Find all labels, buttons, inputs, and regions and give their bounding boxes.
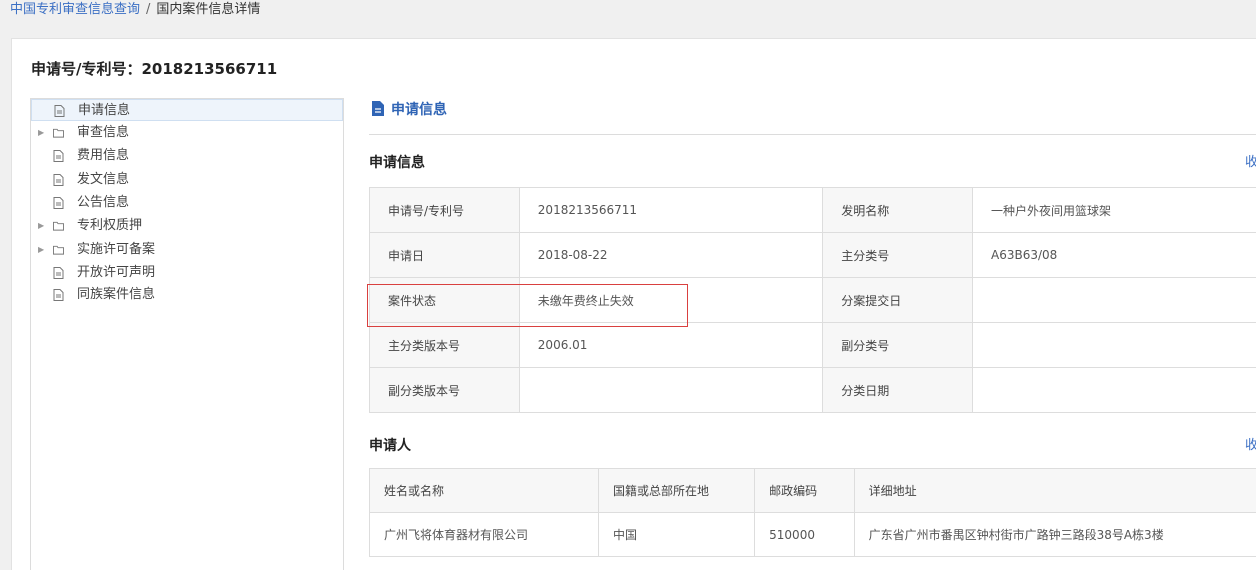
document-icon — [53, 197, 64, 209]
sidebar-item-label: 专利权质押 — [77, 218, 143, 233]
collapse-toggle-application-info[interactable]: 收 — [1245, 151, 1256, 170]
sidebar-item-application-info[interactable]: 申请信息 — [31, 99, 343, 121]
breadcrumb-link-home[interactable]: 中国专利审查信息查询 — [10, 2, 140, 17]
field-label: 副分类号 — [822, 322, 973, 368]
sidebar-item-examination-info[interactable]: ▶ 审查信息 — [31, 122, 343, 144]
applicant-table: 姓名或名称 国籍或总部所在地 邮政编码 详细地址 广州飞将体育器材有限公司 中国… — [369, 468, 1256, 557]
breadcrumb-current: 国内案件信息详情 — [156, 2, 261, 17]
table-cell: 510000 — [754, 512, 855, 557]
document-icon — [53, 289, 64, 301]
sidebar-item-label: 开放许可声明 — [77, 265, 156, 280]
document-filled-icon — [372, 101, 384, 116]
field-label: 副分类版本号 — [369, 367, 520, 413]
table-row: 申请日 2018-08-22 主分类号 A63B63/08 — [369, 232, 1256, 278]
expand-arrow-icon[interactable]: ▶ — [38, 215, 44, 237]
field-value: 2018-08-22 — [518, 232, 824, 278]
sidebar-item-label: 申请信息 — [78, 103, 131, 118]
sidebar-item-open-license[interactable]: 开放许可声明 — [31, 262, 343, 284]
field-value — [972, 322, 1256, 368]
table-row: 案件状态 未缴年费终止失效 分案提交日 — [369, 277, 1256, 323]
field-label: 案件状态 — [369, 277, 520, 323]
document-icon — [53, 267, 64, 279]
sidebar-tree: 申请信息 ▶ 审查信息 费用信息 发文信息 公告信息 ▶ 专利权质押 ▶ 实施许… — [30, 98, 344, 570]
folder-icon — [53, 245, 64, 255]
field-value: 2006.01 — [518, 322, 824, 368]
table-cell: 广州飞将体育器材有限公司 — [369, 512, 600, 557]
field-value: 未缴年费终止失效 — [518, 277, 824, 323]
field-label: 申请号/专利号 — [369, 187, 520, 233]
field-label: 主分类版本号 — [369, 322, 520, 368]
column-header: 邮政编码 — [754, 468, 855, 513]
field-value — [518, 367, 824, 413]
table-cell: 中国 — [598, 512, 756, 557]
field-value — [972, 367, 1256, 413]
folder-icon — [53, 221, 64, 231]
field-label: 申请日 — [369, 232, 520, 278]
field-label: 主分类号 — [822, 232, 973, 278]
table-row: 副分类版本号 分类日期 — [369, 367, 1256, 413]
application-info-title: 申请信息 — [369, 155, 425, 171]
page-title: 申请号/专利号：2018213566711 — [31, 60, 278, 78]
detail-panel: 申请号/专利号：2018213566711 申请信息 ▶ 审查信息 费用信息 发… — [11, 38, 1256, 570]
breadcrumb-separator: / — [146, 2, 151, 17]
field-label: 分案提交日 — [822, 277, 973, 323]
section-header-title: 申请信息 — [391, 102, 447, 118]
document-icon — [53, 150, 64, 162]
document-icon — [53, 174, 64, 186]
document-icon — [54, 105, 65, 117]
expand-arrow-icon[interactable]: ▶ — [38, 239, 44, 261]
folder-icon — [53, 128, 64, 138]
sidebar-item-announcement-info[interactable]: 公告信息 — [31, 192, 343, 214]
field-value — [972, 277, 1256, 323]
sidebar-item-label: 公告信息 — [77, 195, 130, 210]
sidebar-item-label: 发文信息 — [77, 172, 130, 187]
sidebar-item-family-cases[interactable]: 同族案件信息 — [31, 284, 343, 306]
sidebar-item-label: 实施许可备案 — [77, 242, 156, 257]
field-value: 2018213566711 — [518, 187, 824, 233]
sidebar-item-fee-info[interactable]: 费用信息 — [31, 145, 343, 167]
sidebar-item-license-record[interactable]: ▶ 实施许可备案 — [31, 239, 343, 261]
sidebar-item-patent-pledge[interactable]: ▶ 专利权质押 — [31, 215, 343, 237]
field-label: 分类日期 — [822, 367, 973, 413]
column-header: 姓名或名称 — [369, 468, 600, 513]
table-row: 主分类版本号 2006.01 副分类号 — [369, 322, 1256, 368]
sidebar-item-label: 同族案件信息 — [77, 287, 156, 302]
field-label: 发明名称 — [822, 187, 973, 233]
table-row: 广州飞将体育器材有限公司 中国 510000 广东省广州市番禺区钟村街市广路钟三… — [369, 512, 1256, 557]
applicant-title: 申请人 — [369, 438, 411, 454]
table-cell: 广东省广州市番禺区钟村街市广路钟三路段38号A栋3楼 — [854, 512, 1256, 557]
sidebar-item-dispatch-info[interactable]: 发文信息 — [31, 169, 343, 191]
application-info-table: 申请号/专利号 2018213566711 发明名称 一种户外夜间用篮球架 申请… — [369, 187, 1256, 413]
sidebar-item-label: 审查信息 — [77, 125, 130, 140]
field-value: A63B63/08 — [972, 232, 1256, 278]
table-header-row: 姓名或名称 国籍或总部所在地 邮政编码 详细地址 — [369, 468, 1256, 513]
collapse-toggle-applicant[interactable]: 收 — [1245, 434, 1256, 453]
column-header: 国籍或总部所在地 — [598, 468, 756, 513]
column-header: 详细地址 — [854, 468, 1256, 513]
divider — [369, 134, 1256, 135]
table-row: 申请号/专利号 2018213566711 发明名称 一种户外夜间用篮球架 — [369, 187, 1256, 233]
sidebar-item-label: 费用信息 — [77, 148, 130, 163]
expand-arrow-icon[interactable]: ▶ — [38, 122, 44, 144]
field-value: 一种户外夜间用篮球架 — [972, 187, 1256, 233]
breadcrumb: 中国专利审查信息查询 / 国内案件信息详情 — [10, 1, 260, 19]
